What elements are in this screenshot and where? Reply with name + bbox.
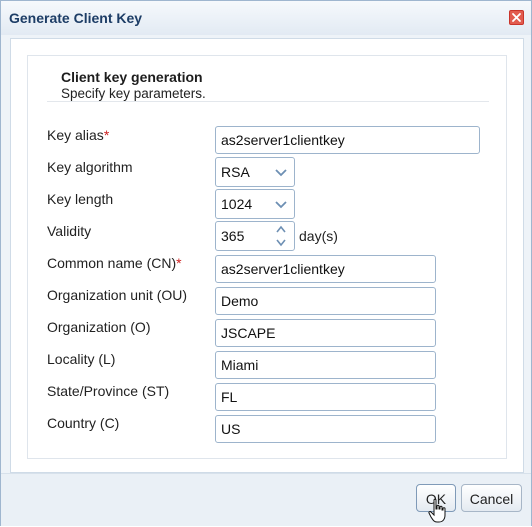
key-algorithm-label: Key algorithm [47, 159, 133, 175]
state-label: State/Province (ST) [47, 383, 170, 399]
validity-value: 365 [221, 228, 245, 244]
close-icon[interactable] [509, 10, 524, 25]
key-length-label: Key length [47, 191, 114, 207]
chevron-down-icon[interactable] [269, 236, 293, 249]
country-input[interactable] [215, 415, 436, 443]
chevron-up-icon[interactable] [269, 223, 293, 236]
section-subtitle: Specify key parameters. [61, 86, 206, 101]
state-input[interactable] [215, 383, 436, 411]
key-alias-label: Key alias* [47, 127, 110, 143]
common-name-input[interactable] [215, 255, 436, 283]
org-unit-input[interactable] [215, 287, 436, 315]
key-length-value: 1024 [221, 196, 253, 212]
section-title: Client key generation [61, 69, 203, 85]
hand-cursor-icon [428, 498, 448, 524]
chevron-down-icon[interactable] [269, 191, 293, 217]
country-label: Country (C) [47, 415, 120, 431]
chevron-down-icon[interactable] [269, 159, 293, 185]
common-name-label: Common name (CN)* [47, 255, 182, 271]
locality-input[interactable] [215, 351, 436, 379]
organization-label: Organization (O) [47, 319, 151, 335]
key-length-select[interactable]: 1024 [215, 189, 295, 219]
validity-label: Validity [47, 223, 92, 239]
cancel-button[interactable]: Cancel [461, 484, 522, 512]
org-unit-label: Organization unit (OU) [47, 287, 188, 303]
section-divider [47, 101, 489, 102]
locality-label: Locality (L) [47, 351, 116, 367]
dialog-footer: OK Cancel [1, 473, 531, 526]
dialog-titlebar[interactable]: Generate Client Key [1, 1, 531, 35]
key-alias-input[interactable] [215, 126, 480, 154]
dialog-title: Generate Client Key [9, 10, 143, 26]
key-algorithm-select[interactable]: RSA [215, 157, 295, 187]
validity-unit: day(s) [299, 228, 338, 244]
organization-input[interactable] [215, 319, 436, 347]
key-algorithm-value: RSA [221, 164, 250, 180]
validity-spinner[interactable]: 365 [215, 221, 295, 251]
generate-client-key-dialog: Generate Client Key Client key generatio… [0, 0, 532, 526]
